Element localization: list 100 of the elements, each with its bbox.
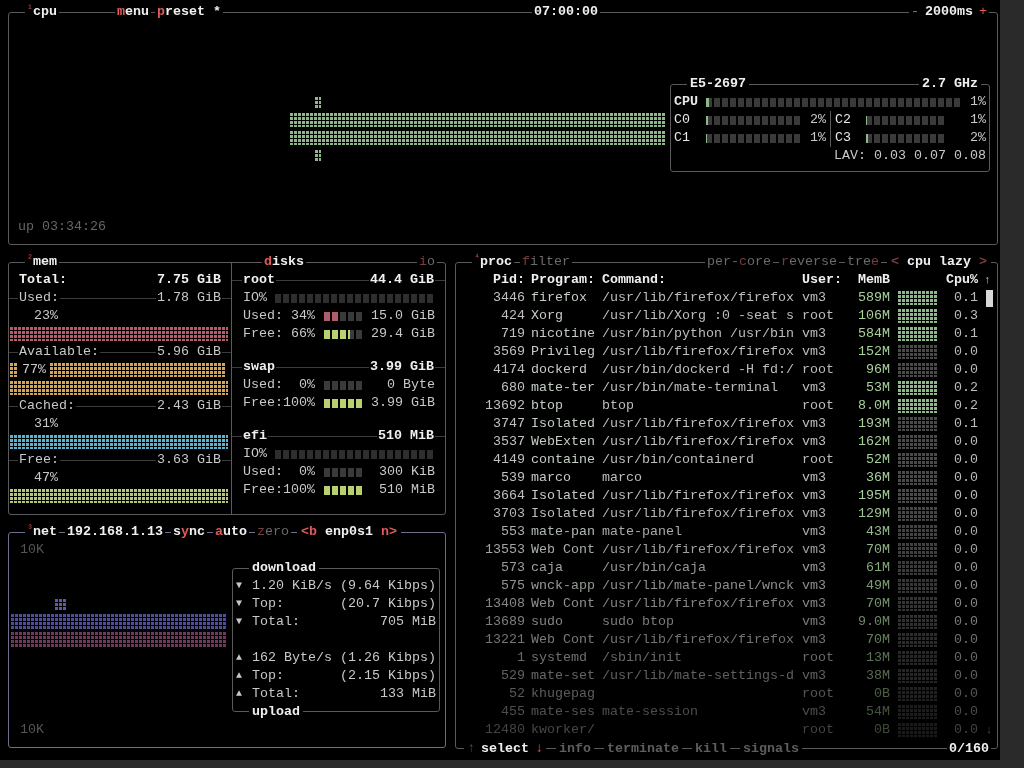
user-cell-text: vm3 bbox=[802, 487, 827, 505]
process-row[interactable]: 539 marco marco vm3 36M 0.0 bbox=[463, 469, 997, 487]
process-row[interactable]: 13689 sudo sudo btop vm3 9.0M 0.0 bbox=[463, 613, 997, 631]
column-header[interactable]: Command: bbox=[602, 271, 797, 289]
cpu-cell-text: 0.0 bbox=[953, 451, 978, 469]
process-row[interactable]: 424 Xorg /usr/lib/Xorg :0 -seat s root 106M 0.3 bbox=[463, 307, 997, 325]
memory-cell-text: 53M bbox=[865, 379, 890, 397]
command-cell-text: /usr/lib/firefox/firefox bbox=[602, 415, 795, 433]
process-row[interactable]: 13692 btop btop root 8.0M 0.2 bbox=[463, 397, 997, 415]
memory-cell-text: 129M bbox=[857, 505, 890, 523]
user-cell-text: vm3 bbox=[802, 433, 827, 451]
process-row[interactable]: 3537 WebExten /usr/lib/firefox/firefox vm3 162M 0.0 bbox=[463, 433, 997, 451]
cpu-history-graph bbox=[898, 327, 938, 341]
memory-cell-text: 70M bbox=[865, 541, 890, 559]
cpu-cell-text: 0.2 bbox=[953, 397, 978, 415]
download-arrow-icon: ▼ bbox=[236, 613, 252, 631]
command-cell-text: /sbin/init bbox=[602, 649, 683, 667]
process-row[interactable]: 553 mate-pan mate-panel vm3 43M 0.0 bbox=[463, 523, 997, 541]
process-row[interactable]: 4174 dockerd /usr/bin/dockerd -H fd:/ root 96M 0.0 bbox=[463, 361, 997, 379]
program-cell: containe bbox=[531, 451, 595, 469]
memory-cell-text: 13M bbox=[865, 649, 890, 667]
disk-stat-percent: 100% bbox=[283, 481, 315, 499]
cpu-cell-text: 0.0 bbox=[953, 577, 978, 595]
column-header[interactable]: Cpu% bbox=[938, 271, 978, 289]
cpu-history-graph bbox=[898, 615, 938, 629]
pid-cell-text: 529 bbox=[500, 667, 525, 685]
process-row[interactable]: 573 caja /usr/bin/caja vm3 61M 0.0 bbox=[463, 559, 997, 577]
process-row[interactable]: 680 mate-ter /usr/bin/mate-terminal vm3 53M 0.2 bbox=[463, 379, 997, 397]
user-cell-text: root bbox=[802, 451, 835, 469]
command-cell-text: /usr/bin/containerd bbox=[602, 451, 755, 469]
pid-cell-text: 719 bbox=[500, 325, 525, 343]
program-cell-text: systemd bbox=[531, 649, 588, 667]
column-header[interactable]: User: bbox=[802, 271, 850, 289]
cpu-cell-text: 0.1 bbox=[953, 289, 978, 307]
user-cell-text: vm3 bbox=[802, 703, 827, 721]
user-cell-text: vm3 bbox=[802, 523, 827, 541]
traffic-label: Top: bbox=[252, 595, 285, 613]
upload-arrow-icon: ▲ bbox=[236, 667, 252, 685]
process-row[interactable]: 13553 Web Cont /usr/lib/firefox/firefox vm3 70M 0.0 bbox=[463, 541, 997, 559]
command-cell-text: btop bbox=[602, 397, 635, 415]
memory-cell-text: 152M bbox=[857, 343, 890, 361]
process-row[interactable]: 719 nicotine /usr/bin/python /usr/bin vm3 584M 0.1 bbox=[463, 325, 997, 343]
user-cell-text: vm3 bbox=[802, 325, 827, 343]
memory-cell-text: 584M bbox=[857, 325, 890, 343]
process-row[interactable]: 575 wnck-app /usr/lib/mate-panel/wnck vm3 49M 0.0 bbox=[463, 577, 997, 595]
pid-cell-text: 575 bbox=[500, 577, 525, 595]
column-header[interactable]: Pid: bbox=[463, 271, 525, 289]
process-row[interactable]: 529 mate-set /usr/lib/mate-settings-d vm3 38M 0.0 bbox=[463, 667, 997, 685]
cpu-cell-text: 0.0 bbox=[953, 523, 978, 541]
command-cell-text: /usr/bin/mate-terminal bbox=[602, 379, 779, 397]
cpu-cell-text: 0.0 bbox=[953, 649, 978, 667]
process-row[interactable]: 4149 containe /usr/bin/containerd root 52M 0.0 bbox=[463, 451, 997, 469]
core-label: C2 bbox=[835, 111, 852, 129]
upload-title: upload bbox=[249, 703, 303, 721]
user-cell-text: vm3 bbox=[802, 577, 827, 595]
cpu-cell-text: 0.0 bbox=[953, 559, 978, 577]
pid-cell-text: 680 bbox=[500, 379, 525, 397]
scroll-up-arrow[interactable]: ↑ bbox=[984, 271, 994, 289]
pid-cell-text: 13408 bbox=[484, 595, 525, 613]
process-row[interactable]: 3446 firefox /usr/lib/firefox/firefox vm3 589M 0.1 bbox=[463, 289, 997, 307]
pid-cell-text: 13553 bbox=[484, 541, 525, 559]
process-row[interactable]: 3703 Isolated /usr/lib/firefox/firefox vm3 129M 0.0 bbox=[463, 505, 997, 523]
pid-cell-text: 3747 bbox=[492, 415, 525, 433]
cpu-cell-text: 0.0 bbox=[953, 469, 978, 487]
process-row[interactable]: 13221 Web Cont /usr/lib/firefox/firefox vm3 70M 0.0 bbox=[463, 631, 997, 649]
disk-stat-label: Used: bbox=[243, 376, 283, 394]
mem-stat-percent: 23% bbox=[34, 307, 58, 325]
cpu-history-graph bbox=[898, 291, 938, 305]
program-cell-text: marco bbox=[531, 469, 572, 487]
cpu-history-graph bbox=[898, 597, 938, 611]
user-cell-text: root bbox=[802, 649, 835, 667]
program-cell-text: caja bbox=[531, 559, 564, 577]
traffic-value: 133 MiB bbox=[380, 685, 436, 703]
memory-cell-text: 52M bbox=[865, 451, 890, 469]
cpu-cell-text: 0.0 bbox=[953, 343, 978, 361]
preset-button[interactable]: preset * bbox=[155, 3, 223, 21]
scale-label: 10K bbox=[20, 721, 44, 739]
command-cell-text: /usr/lib/firefox/firefox bbox=[602, 631, 795, 649]
memory-cell-text: 589M bbox=[857, 289, 890, 307]
memory-cell-text: 162M bbox=[857, 433, 890, 451]
cpu-history-graph bbox=[898, 543, 938, 557]
core-percent: 1% bbox=[809, 129, 826, 147]
command-cell-text: /usr/lib/firefox/firefox bbox=[602, 505, 795, 523]
disk-stat-percent: 100% bbox=[283, 394, 315, 412]
cpu-cell-text: 0.1 bbox=[953, 325, 978, 343]
process-row[interactable]: 13408 Web Cont /usr/lib/firefox/firefox vm3 70M 0.0 bbox=[463, 595, 997, 613]
process-row[interactable]: 3747 Isolated /usr/lib/firefox/firefox vm3 193M 0.1 bbox=[463, 415, 997, 433]
cpu-history-graph bbox=[898, 651, 938, 665]
command-cell-text: /usr/lib/firefox/firefox bbox=[602, 433, 795, 451]
process-row[interactable]: 3664 Isolated /usr/lib/firefox/firefox vm3 195M 0.0 bbox=[463, 487, 997, 505]
scrollbar-thumb[interactable] bbox=[985, 289, 993, 307]
core-percent: 1% bbox=[969, 111, 986, 129]
user-cell-text: root bbox=[802, 685, 835, 703]
column-header[interactable]: MemB bbox=[850, 271, 890, 289]
process-row[interactable]: 3569 Privileg /usr/lib/firefox/firefox vm3 152M 0.0 bbox=[463, 343, 997, 361]
column-header[interactable]: Program: bbox=[531, 271, 595, 289]
user-cell-text: vm3 bbox=[802, 505, 827, 523]
mem-stat-percent: 77% bbox=[21, 361, 47, 379]
process-row[interactable]: 1 systemd /sbin/init root 13M 0.0 bbox=[463, 649, 997, 667]
cpu-cell-text: 0.0 bbox=[953, 721, 978, 739]
